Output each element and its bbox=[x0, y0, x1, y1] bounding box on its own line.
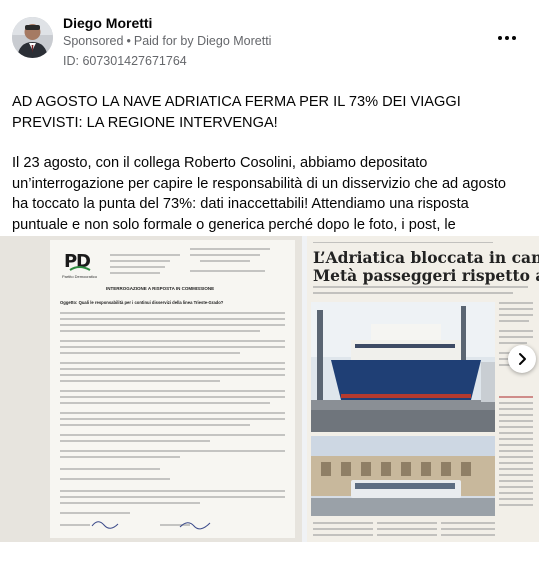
doc-text-line bbox=[110, 266, 165, 268]
gallery-image-interrogation-document[interactable]: P D Partito Democratico INTERROGAZIONE A… bbox=[0, 236, 302, 542]
chevron-right-icon bbox=[519, 353, 526, 365]
newspaper-section-line bbox=[313, 242, 493, 243]
signatures bbox=[91, 521, 211, 530]
doc-text-line bbox=[110, 272, 160, 274]
sponsored-meta: Sponsored • Paid for by Diego Moretti bbox=[63, 34, 271, 48]
more-options-icon[interactable] bbox=[493, 28, 521, 48]
doc-text-line bbox=[200, 260, 250, 262]
paid-for-prefix: Paid for by bbox=[133, 34, 194, 48]
doc-text-line bbox=[110, 254, 180, 256]
doc-text-line bbox=[190, 248, 270, 250]
newspaper-subtitle-line bbox=[313, 292, 513, 294]
meta-separator: • bbox=[126, 34, 131, 48]
newspaper-subtitle-line bbox=[313, 286, 528, 288]
gallery-image-newspaper-clipping[interactable]: L’Adriatica bloccata in cantier Metà pas… bbox=[307, 236, 539, 542]
doc-text-line bbox=[190, 270, 265, 272]
paid-for-name[interactable]: Diego Moretti bbox=[197, 34, 271, 48]
ad-id: ID: 607301427671764 bbox=[63, 54, 187, 68]
document-subject: Oggetto: Quali le responsabilità per i c… bbox=[60, 300, 224, 305]
author-avatar[interactable] bbox=[12, 17, 53, 58]
harbor-photo bbox=[311, 436, 495, 516]
sponsored-label: Sponsored bbox=[63, 34, 124, 48]
pd-logo: P D bbox=[64, 250, 94, 272]
newspaper-headline-2: Metà passeggeri rispetto al 20 bbox=[313, 266, 539, 285]
doc-text-line bbox=[110, 260, 170, 262]
ship-photo bbox=[311, 302, 495, 432]
document-sheet: P D Partito Democratico INTERROGAZIONE A… bbox=[50, 240, 295, 538]
card-footer-space bbox=[0, 542, 539, 561]
doc-text-line bbox=[190, 254, 260, 256]
post-headline: AD AGOSTO LA NAVE ADRIATICA FERMA PER IL… bbox=[12, 94, 461, 131]
author-name[interactable]: Diego Moretti bbox=[63, 15, 152, 31]
gallery-next-button[interactable] bbox=[508, 345, 536, 373]
image-gallery[interactable]: P D Partito Democratico INTERROGAZIONE A… bbox=[0, 236, 539, 542]
document-title: INTERROGAZIONE A RISPOSTA IN COMMISSIONE bbox=[106, 286, 215, 291]
newspaper-headline-1: L’Adriatica bloccata in cantier bbox=[313, 248, 539, 267]
party-name: Partito Democratico bbox=[62, 274, 98, 279]
ad-post-card: Diego Moretti Sponsored • Paid for by Dieg… bbox=[0, 0, 539, 561]
